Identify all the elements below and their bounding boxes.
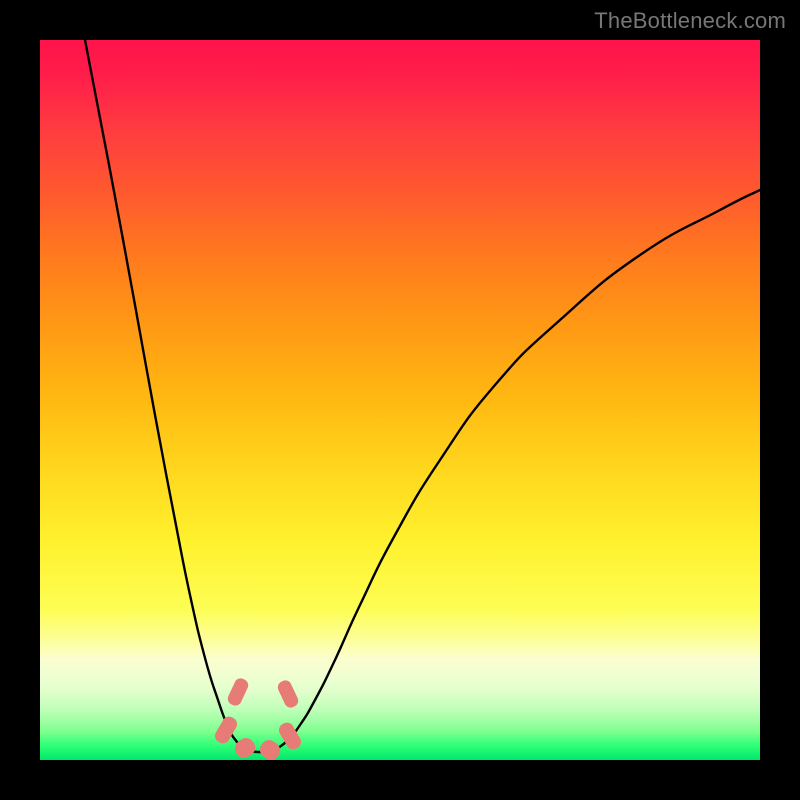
chart-svg: [40, 40, 760, 760]
outer-frame: TheBottleneck.com: [0, 0, 800, 800]
curve-marker-3: [257, 737, 284, 760]
curve-group: [85, 40, 760, 752]
curve-right-branch: [278, 190, 760, 748]
plot-area: [40, 40, 760, 760]
curve-left-branch: [85, 40, 244, 748]
marker-group: [213, 676, 304, 760]
curve-marker-0: [226, 676, 251, 707]
curve-marker-5: [276, 678, 301, 709]
watermark-text: TheBottleneck.com: [594, 8, 786, 34]
